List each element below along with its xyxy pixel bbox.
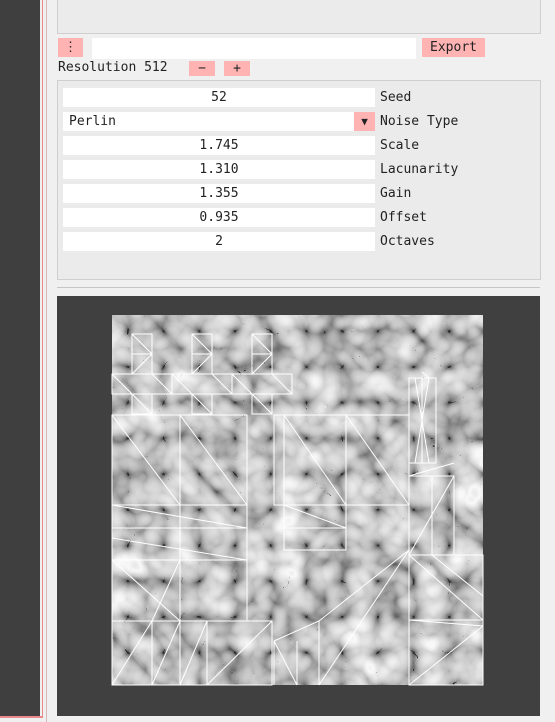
- top-panel: [57, 0, 541, 34]
- lacunarity-field[interactable]: 1.310: [63, 160, 375, 179]
- offset-field[interactable]: 0.935: [63, 208, 375, 227]
- octaves-field[interactable]: 2: [63, 232, 375, 251]
- offset-row: 0.935 Offset: [63, 208, 513, 227]
- noise-texture-canvas[interactable]: [57, 296, 540, 716]
- left-sidebar: [0, 0, 40, 716]
- sidebar-border: [42, 0, 43, 716]
- scale-row: 1.745 Scale: [63, 136, 513, 155]
- gain-row: 1.355 Gain: [63, 184, 513, 203]
- gain-field[interactable]: 1.355: [63, 184, 375, 203]
- noise-preview-panel: [57, 296, 540, 716]
- noise-type-select[interactable]: Perlin: [63, 112, 375, 131]
- menu-button[interactable]: ⋮: [58, 38, 83, 57]
- scale-label: Scale: [380, 138, 420, 153]
- offset-label: Offset: [380, 210, 427, 225]
- seed-label: Seed: [380, 90, 412, 105]
- export-button[interactable]: Export: [422, 38, 485, 57]
- octaves-row: 2 Octaves: [63, 232, 513, 251]
- gain-label: Gain: [380, 186, 412, 201]
- noise-type-row: Perlin ▼ Noise Type: [63, 112, 513, 131]
- lacunarity-row: 1.310 Lacunarity: [63, 160, 513, 179]
- name-input[interactable]: [92, 38, 416, 59]
- section-divider: [57, 287, 540, 288]
- seed-row: 52 Seed: [63, 88, 513, 107]
- noise-image: [112, 315, 483, 685]
- vertical-dots-icon: ⋮: [64, 40, 77, 55]
- resolution-increase-button[interactable]: +: [224, 61, 250, 76]
- sidebar-divider[interactable]: [46, 0, 47, 722]
- sidebar-bottom-rule: [0, 716, 43, 718]
- lacunarity-label: Lacunarity: [380, 162, 459, 177]
- seed-field[interactable]: 52: [63, 88, 375, 107]
- octaves-label: Octaves: [380, 234, 435, 249]
- resolution-label: Resolution 512: [58, 60, 168, 75]
- scale-field[interactable]: 1.745: [63, 136, 375, 155]
- dropdown-arrow-icon[interactable]: ▼: [354, 112, 375, 131]
- noise-type-label: Noise Type: [380, 114, 459, 129]
- resolution-decrease-button[interactable]: −: [189, 61, 215, 76]
